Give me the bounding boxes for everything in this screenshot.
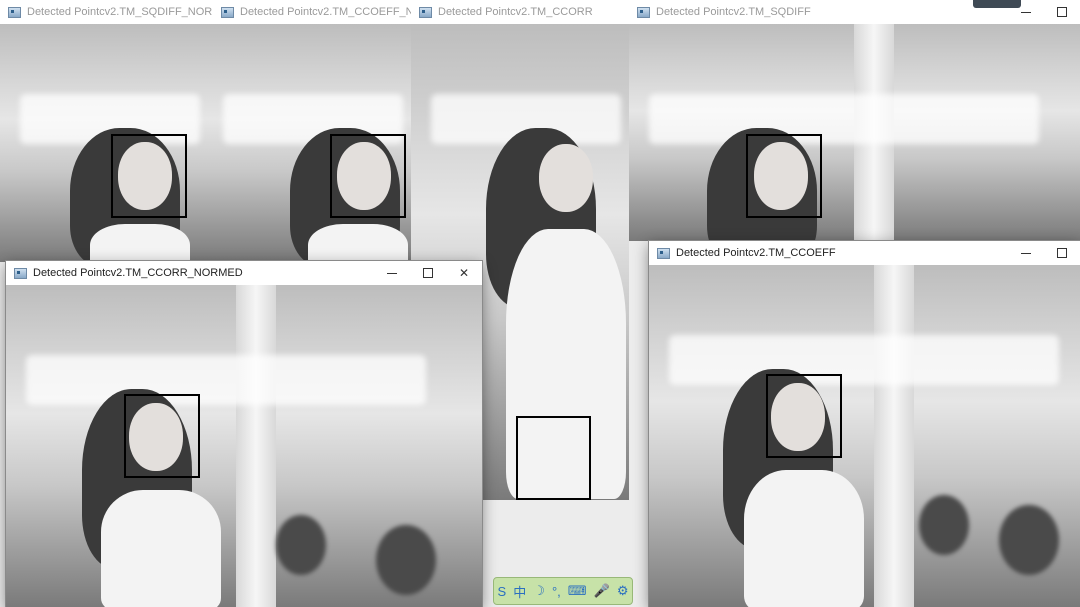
- detection-box: [111, 134, 187, 218]
- ime-mode-button[interactable]: 中: [513, 582, 526, 601]
- ime-moon-icon[interactable]: ☽: [533, 583, 545, 599]
- window-title: Detected Pointcv2.TM_SQDIFF: [656, 6, 811, 18]
- detection-box: [330, 134, 406, 218]
- window-titlebar[interactable]: Detected Pointcv2.TM_CCORR_NORMED ✕: [6, 261, 482, 285]
- window-ccoeff[interactable]: Detected Pointcv2.TM_CCOEFF: [649, 241, 1080, 607]
- image-canvas: [649, 265, 1080, 607]
- window-ccoeff-normed[interactable]: Detected Pointcv2.TM_CCOEFF_NORMED: [213, 0, 411, 262]
- window-sqdiff[interactable]: Detected Pointcv2.TM_SQDIFF: [629, 0, 1080, 241]
- maximize-icon: [1057, 248, 1067, 258]
- person-face: [539, 144, 593, 212]
- ime-punct-icon[interactable]: °,: [552, 584, 561, 599]
- app-icon: [221, 6, 234, 18]
- detection-box: [746, 134, 822, 218]
- window-ccorr-normed[interactable]: Detected Pointcv2.TM_CCORR_NORMED ✕: [6, 261, 482, 607]
- detection-box: [124, 394, 200, 478]
- microphone-icon[interactable]: 🎤: [594, 583, 610, 599]
- settings-icon[interactable]: ⚙: [617, 583, 629, 599]
- person-body: [744, 470, 864, 607]
- close-button[interactable]: ✕: [446, 261, 482, 285]
- minimize-icon: [387, 272, 397, 274]
- window-controls: ✕: [374, 261, 482, 285]
- image-canvas: [0, 24, 213, 262]
- person-body: [308, 224, 408, 262]
- close-icon: ✕: [458, 266, 470, 280]
- window-title: Detected Pointcv2.TM_CCOEFF: [676, 247, 836, 259]
- window-titlebar[interactable]: Detected Pointcv2.TM_CCORR: [411, 0, 629, 24]
- detection-box: [766, 374, 842, 458]
- window-title: Detected Pointcv2.TM_CCORR_NORMED: [33, 267, 243, 279]
- maximize-icon: [423, 268, 433, 278]
- background-sign: [26, 355, 426, 405]
- background-pillar: [874, 265, 914, 607]
- app-icon: [419, 6, 432, 18]
- app-icon: [14, 267, 27, 279]
- image-canvas: [213, 24, 411, 262]
- window-title: Detected Pointcv2.TM_SQDIFF_NORMED: [27, 6, 213, 18]
- minimize-button[interactable]: [1008, 241, 1044, 265]
- window-controls: [1008, 241, 1080, 265]
- ime-toolbar[interactable]: S 中 ☽ °, ⌨ 🎤 ⚙: [493, 577, 633, 605]
- window-title: Detected Pointcv2.TM_CCOEFF_NORMED: [240, 6, 411, 18]
- background-sign: [649, 94, 1039, 144]
- app-icon: [8, 6, 21, 18]
- background-sign: [669, 335, 1059, 385]
- crowd-person: [999, 505, 1059, 575]
- maximize-button[interactable]: [1044, 241, 1080, 265]
- crowd-person: [276, 515, 326, 575]
- image-canvas: [629, 24, 1080, 241]
- background-pillar: [236, 285, 276, 607]
- window-titlebar[interactable]: Detected Pointcv2.TM_CCOEFF_NORMED: [213, 0, 411, 24]
- app-icon: [657, 247, 670, 259]
- window-title: Detected Pointcv2.TM_CCORR: [438, 6, 593, 18]
- maximize-button[interactable]: [1044, 0, 1080, 24]
- window-sqdiff-normed[interactable]: Detected Pointcv2.TM_SQDIFF_NORMED: [0, 0, 213, 262]
- person-body: [90, 224, 190, 262]
- maximize-icon: [1057, 7, 1067, 17]
- minimize-icon: [1021, 252, 1031, 254]
- ime-logo-icon[interactable]: S: [498, 584, 507, 599]
- keyboard-icon[interactable]: ⌨: [568, 583, 587, 599]
- maximize-button[interactable]: [410, 261, 446, 285]
- window-titlebar[interactable]: Detected Pointcv2.TM_SQDIFF_NORMED: [0, 0, 213, 24]
- image-canvas: [6, 285, 482, 607]
- window-titlebar[interactable]: Detected Pointcv2.TM_CCOEFF: [649, 241, 1080, 265]
- minimize-button[interactable]: [374, 261, 410, 285]
- crowd-person: [919, 495, 969, 555]
- app-icon: [637, 6, 650, 18]
- person-body: [101, 490, 221, 607]
- minimize-icon: [1021, 11, 1031, 13]
- crowd-person: [376, 525, 436, 595]
- detection-box: [516, 416, 591, 500]
- taskbar-widget[interactable]: [973, 0, 1021, 8]
